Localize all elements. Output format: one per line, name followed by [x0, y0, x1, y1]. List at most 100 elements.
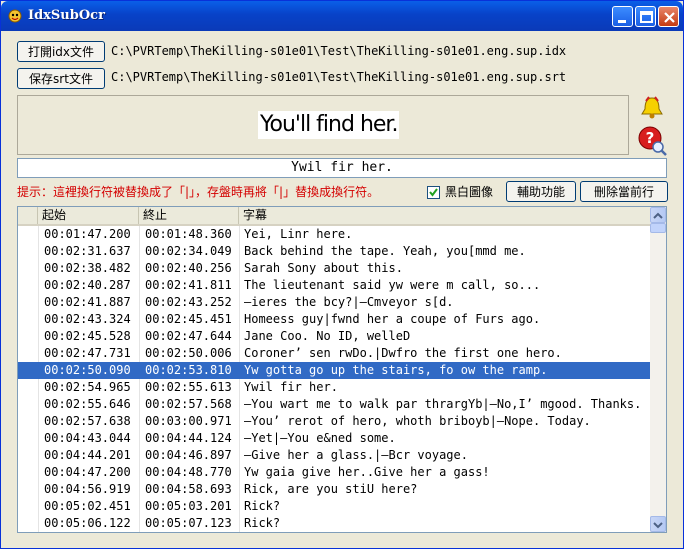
row-subtitle-text: The lieutenant said yw were m call, so..… — [244, 278, 541, 292]
table-row[interactable]: 00:02:57.638 00:03:00.971 —You’ rerot of h… — [18, 413, 650, 430]
row-subtitle-text: Back behind the tape. Yeah, you[mmd me. — [244, 244, 526, 258]
header-start[interactable]: 起始 — [38, 207, 139, 224]
row-start-time: 00:02:31.637 — [44, 244, 131, 258]
row-subtitle-text: Rick, are you stiU here? — [244, 482, 418, 496]
assist-button[interactable]: 輔助功能 — [506, 181, 576, 202]
table-row[interactable]: 00:05:06.122 00:05:07.123 Rick? — [18, 515, 650, 532]
row-end-time: 00:05:07.123 — [145, 516, 232, 530]
row-subtitle-text: Rick? — [244, 499, 281, 513]
close-icon — [664, 12, 675, 23]
subtitle-image-preview: You'll find her. — [17, 95, 629, 155]
app-icon — [8, 9, 22, 23]
row-start-time: 00:05:02.451 — [44, 499, 131, 513]
ocr-text-input[interactable]: Ywil fir her. — [17, 158, 667, 178]
table-row[interactable]: 00:02:50.090 00:02:53.810 Yw gotta go up t… — [18, 362, 650, 379]
row-subtitle-text: Homeess guy|fwnd her a coupe of Furs ago… — [244, 312, 541, 326]
scroll-down-button[interactable] — [650, 516, 666, 532]
vertical-scrollbar[interactable] — [650, 207, 666, 532]
table-row[interactable]: 00:02:38.482 00:02:40.256 Sarah Sony about… — [18, 260, 650, 277]
row-start-time: 00:04:47.200 — [44, 465, 131, 479]
row-start-time: 00:02:47.731 — [44, 346, 131, 360]
row-subtitle-text: —You wart me to walk par thrargYb|—No,I’… — [244, 397, 642, 411]
row-end-time: 00:01:48.360 — [145, 227, 232, 241]
row-start-time: 00:04:44.201 — [44, 448, 131, 462]
row-end-time: 00:02:47.644 — [145, 329, 232, 343]
chevron-down-icon — [653, 522, 663, 529]
row-end-time: 00:02:55.613 — [145, 380, 232, 394]
hint-text: 提示：這裡換行符被替換成了「|」，存盤時再將「|」替換成換行符。 — [17, 185, 380, 199]
subtitle-table[interactable]: 起始 終止 字幕 00:01:47.200 00:01:48.360 Yei, Li… — [17, 206, 667, 533]
row-subtitle-text: Yw gaia give her..Give her a gass! — [244, 465, 490, 479]
table-row[interactable]: 00:01:47.200 00:01:48.360 Yei, Linr here. — [18, 226, 650, 243]
table-row[interactable]: 00:04:47.200 00:04:48.770 Yw gaia give her… — [18, 464, 650, 481]
row-start-time: 00:02:40.287 — [44, 278, 131, 292]
scroll-thumb[interactable] — [650, 223, 666, 233]
row-end-time: 00:02:43.252 — [145, 295, 232, 309]
table-row[interactable]: 00:04:43.044 00:04:44.124 —Yet|—You e&ned … — [18, 430, 650, 447]
window-title: IdxSubOcr — [28, 8, 105, 23]
minimize-icon — [618, 20, 626, 23]
row-end-time: 00:02:45.451 — [145, 312, 232, 326]
minimize-button[interactable] — [612, 6, 633, 27]
row-end-time: 00:02:50.006 — [145, 346, 232, 360]
row-end-time: 00:05:03.201 — [145, 499, 232, 513]
header-index[interactable] — [18, 207, 38, 224]
row-start-time: 00:02:43.324 — [44, 312, 131, 326]
table-row[interactable]: 00:02:55.646 00:02:57.568 —You wart me to … — [18, 396, 650, 413]
row-start-time: 00:01:47.200 — [44, 227, 131, 241]
idx-path-field[interactable]: C:\PVRTemp\TheKilling-s01e01\Test\TheKil… — [109, 42, 671, 60]
open-idx-button[interactable]: 打開idx文件 — [17, 41, 105, 62]
title-bar[interactable]: IdxSubOcr — [1, 1, 683, 31]
row-subtitle-text: —You’ rerot of hero, whoth briboyb|—Nope… — [244, 414, 591, 428]
header-text[interactable]: 字幕 — [239, 207, 650, 224]
app-window: IdxSubOcr 打開idx文件 C:\PVRTemp\TheKilling-… — [0, 0, 684, 549]
table-row[interactable]: 00:02:54.965 00:02:55.613 Ywil fir her. — [18, 379, 650, 396]
help-icon[interactable]: ? — [637, 125, 669, 157]
row-start-time: 00:02:41.887 — [44, 295, 131, 309]
save-srt-button[interactable]: 保存srt文件 — [17, 68, 105, 89]
table-row[interactable]: 00:02:31.637 00:02:34.049 Back behind the … — [18, 243, 650, 260]
row-end-time: 00:02:41.811 — [145, 278, 232, 292]
row-start-time: 00:05:06.122 — [44, 516, 131, 530]
bw-image-checkbox[interactable] — [427, 186, 440, 199]
maximize-icon — [640, 11, 653, 23]
row-end-time: 00:03:00.971 — [145, 414, 232, 428]
row-subtitle-text: Rick? — [244, 516, 281, 530]
maximize-button[interactable] — [635, 6, 656, 27]
row-subtitle-text: —Yet|—You e&ned some. — [244, 431, 396, 445]
row-subtitle-text: Yw gotta go up the stairs, fo ow the ram… — [244, 363, 548, 377]
bw-image-label[interactable]: 黑白圖像 — [445, 184, 493, 200]
table-row[interactable]: 00:02:41.887 00:02:43.252 —ieres the bcy?|… — [18, 294, 650, 311]
subtitle-image-text: You'll find her. — [258, 111, 400, 139]
row-subtitle-text: Ywil fir her. — [244, 380, 338, 394]
row-start-time: 00:02:38.482 — [44, 261, 131, 275]
row-end-time: 00:04:58.693 — [145, 482, 232, 496]
row-start-time: 00:02:45.528 — [44, 329, 131, 343]
row-end-time: 00:04:44.124 — [145, 431, 232, 445]
row-subtitle-text: —ieres the bcy?|—Cmveyor s[d. — [244, 295, 454, 309]
table-row[interactable]: 00:02:40.287 00:02:41.811 The lieutenant s… — [18, 277, 650, 294]
table-row[interactable]: 00:02:43.324 00:02:45.451 Homeess guy|fwnd… — [18, 311, 650, 328]
delete-row-button[interactable]: 刪除當前行 — [580, 181, 668, 202]
row-end-time: 00:04:48.770 — [145, 465, 232, 479]
row-end-time: 00:02:34.049 — [145, 244, 232, 258]
row-start-time: 00:04:43.044 — [44, 431, 131, 445]
row-start-time: 00:02:54.965 — [44, 380, 131, 394]
row-subtitle-text: Yei, Linr here. — [244, 227, 353, 241]
bell-icon[interactable] — [637, 93, 667, 123]
header-end[interactable]: 終止 — [139, 207, 239, 224]
chevron-up-icon — [653, 212, 663, 219]
table-header: 起始 終止 字幕 — [18, 207, 650, 226]
table-row[interactable]: 00:04:56.919 00:04:58.693 Rick, are you st… — [18, 481, 650, 498]
srt-path-field[interactable]: C:\PVRTemp\TheKilling-s01e01\Test\TheKil… — [109, 68, 671, 86]
row-end-time: 00:02:57.568 — [145, 397, 232, 411]
table-row[interactable]: 00:02:45.528 00:02:47.644 Jane Coo. No ID,… — [18, 328, 650, 345]
close-button[interactable] — [658, 6, 679, 27]
table-row[interactable]: 00:04:44.201 00:04:46.897 —Give her a glas… — [18, 447, 650, 464]
table-row[interactable]: 00:05:02.451 00:05:03.201 Rick? — [18, 498, 650, 515]
row-start-time: 00:02:55.646 — [44, 397, 131, 411]
row-subtitle-text: Jane Coo. No ID, welleD — [244, 329, 411, 343]
table-row[interactable]: 00:02:47.731 00:02:50.006 Coroner’ sen rwD… — [18, 345, 650, 362]
checkmark-icon — [429, 188, 438, 197]
scroll-up-button[interactable] — [650, 207, 666, 223]
